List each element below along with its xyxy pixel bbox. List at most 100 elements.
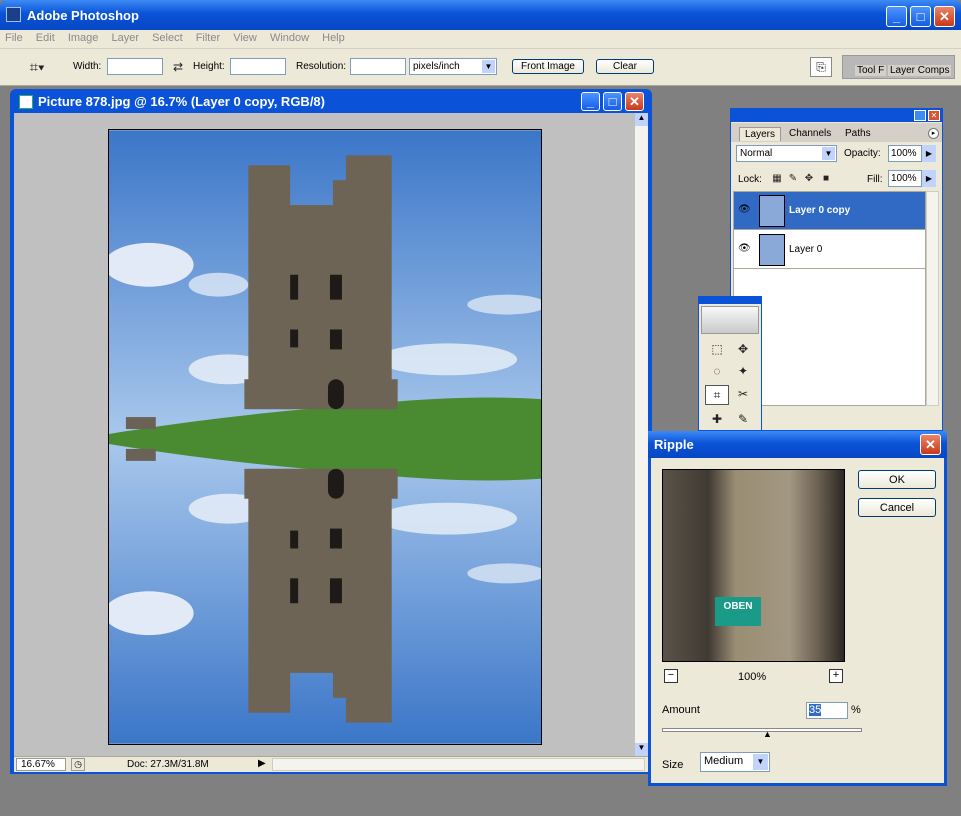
palette-minimize-button[interactable]	[914, 110, 926, 121]
doc-close-button[interactable]: ✕	[625, 92, 644, 111]
height-input[interactable]	[230, 58, 286, 75]
healing-tool-icon[interactable]: ✚	[707, 410, 727, 428]
layers-scrollbar[interactable]	[926, 191, 939, 406]
ripple-close-button[interactable]: ✕	[920, 434, 941, 455]
amount-slider-track[interactable]	[662, 728, 862, 732]
opacity-label: Opacity:	[844, 148, 881, 159]
options-bar: ⌗▾ Width: ⇄ Height: Resolution: pixels/i…	[0, 49, 961, 86]
palette-menu-icon[interactable]: ▸	[928, 128, 939, 139]
menu-file[interactable]: File	[0, 30, 28, 46]
document-title: Picture 878.jpg @ 16.7% (Layer 0 copy, R…	[38, 94, 325, 109]
blend-mode-select[interactable]: Normal ▼	[736, 145, 837, 162]
menu-filter[interactable]: Filter	[191, 30, 225, 46]
menu-bar: File Edit Image Layer Select Filter View…	[0, 30, 961, 49]
visibility-eye-icon[interactable]: 👁	[738, 204, 751, 215]
brush-tool-icon[interactable]: ✎	[733, 410, 753, 428]
cancel-button[interactable]: Cancel	[858, 498, 936, 517]
amount-slider-thumb[interactable]: ▲	[763, 729, 772, 739]
document-icon	[19, 95, 33, 109]
palette-well: Tool F Layer Comps	[842, 55, 955, 79]
menu-image[interactable]: Image	[63, 30, 104, 46]
zoom-out-button[interactable]: −	[664, 669, 678, 683]
lock-all-icon[interactable]: ■	[820, 172, 832, 184]
tab-layers[interactable]: Layers	[739, 127, 782, 141]
maximize-button[interactable]: □	[910, 6, 931, 27]
status-bar: 16.67% ◷ Doc: 27.3M/31.8M ▶	[14, 756, 648, 772]
units-select[interactable]: pixels/inch ▼	[409, 58, 497, 75]
tool-presets-tab[interactable]: Tool F	[855, 65, 887, 76]
status-menu-arrow-icon[interactable]: ▶	[258, 758, 266, 769]
lock-position-icon[interactable]: ✥	[803, 172, 815, 184]
visibility-eye-icon[interactable]: 👁	[738, 243, 751, 254]
palette-close-button[interactable]: ✕	[928, 110, 940, 121]
menu-view[interactable]: View	[228, 30, 262, 46]
horizontal-scrollbar[interactable]	[272, 758, 645, 771]
size-label: Size	[662, 759, 684, 771]
tools-titlebar	[699, 297, 761, 304]
lasso-tool-icon[interactable]: ◌	[707, 362, 727, 380]
fill-input[interactable]: 100%	[888, 170, 922, 187]
canvas-area[interactable]	[14, 113, 635, 756]
chevron-down-icon: ▼	[753, 754, 768, 770]
fill-value: 100%	[891, 173, 917, 184]
width-label: Width:	[73, 61, 102, 72]
doc-minimize-button[interactable]: _	[581, 92, 600, 111]
tools-palette: ⬚ ✥ ◌ ✦ ⌗ ✂ ✚ ✎	[698, 296, 762, 431]
zoom-field[interactable]: 16.67%	[16, 758, 66, 771]
amount-input[interactable]: 35	[806, 702, 848, 719]
tab-paths[interactable]: Paths	[845, 128, 871, 139]
marquee-tool-icon[interactable]: ⬚	[707, 340, 727, 358]
blend-mode-value: Normal	[740, 148, 773, 159]
chevron-down-icon: ▼	[482, 60, 495, 73]
move-tool-icon[interactable]: ✥	[733, 340, 753, 358]
ripple-preview[interactable]: OBEN	[662, 469, 845, 662]
layer-name[interactable]: Layer 0	[789, 244, 822, 255]
minimize-button[interactable]: _	[886, 6, 907, 27]
lock-label: Lock:	[738, 174, 762, 185]
tab-channels[interactable]: Channels	[789, 128, 831, 139]
width-input[interactable]	[107, 58, 163, 75]
menu-select[interactable]: Select	[147, 30, 188, 46]
status-info-icon[interactable]: ◷	[71, 758, 85, 771]
layer-thumbnail	[759, 234, 785, 266]
layer-name[interactable]: Layer 0 copy	[789, 205, 850, 216]
vertical-scrollbar[interactable]: ▲ ▼	[635, 113, 648, 756]
swap-icon[interactable]: ⇄	[170, 58, 186, 75]
document-window: Picture 878.jpg @ 16.7% (Layer 0 copy, R…	[10, 89, 652, 774]
scroll-up-icon[interactable]: ▲	[635, 113, 648, 126]
height-label: Height:	[193, 61, 225, 72]
crop-tool-icon[interactable]: ⌗▾	[22, 58, 52, 76]
zoom-in-button[interactable]: +	[829, 669, 843, 683]
lock-paint-icon[interactable]: ✎	[787, 172, 799, 184]
scroll-down-icon[interactable]: ▼	[635, 743, 648, 756]
layer-comps-tab[interactable]: Layer Comps	[888, 65, 952, 76]
close-button[interactable]: ✕	[934, 6, 955, 27]
magic-wand-icon[interactable]: ✦	[733, 362, 753, 380]
doc-maximize-button[interactable]: □	[603, 92, 622, 111]
ripple-dialog: Ripple ✕ OBEN OK Cancel − 100% + Amount …	[648, 431, 947, 786]
preview-sign: OBEN	[715, 597, 761, 626]
opacity-arrow-icon[interactable]: ▶	[922, 145, 936, 162]
layer-row-selected[interactable]: 👁 Layer 0 copy	[734, 192, 925, 230]
front-image-button[interactable]: Front Image	[512, 59, 584, 74]
menu-edit[interactable]: Edit	[31, 30, 60, 46]
lock-transparency-icon[interactable]: ▦	[771, 172, 783, 184]
fill-arrow-icon[interactable]: ▶	[922, 170, 936, 187]
resolution-input[interactable]	[350, 58, 406, 75]
layer-thumbnail	[759, 195, 785, 227]
clear-button[interactable]: Clear	[596, 59, 654, 74]
amount-value: 35	[809, 704, 822, 716]
opacity-input[interactable]: 100%	[888, 145, 922, 162]
ripple-titlebar: Ripple ✕	[648, 431, 947, 458]
amount-label: Amount	[662, 704, 700, 716]
canvas-image[interactable]	[108, 129, 542, 745]
slice-tool-icon[interactable]: ✂	[733, 385, 753, 403]
palette-well-icon[interactable]: ⎘	[810, 57, 832, 77]
crop-tool-icon[interactable]: ⌗	[705, 385, 729, 405]
menu-help[interactable]: Help	[317, 30, 350, 46]
menu-layer[interactable]: Layer	[106, 30, 144, 46]
ok-button[interactable]: OK	[858, 470, 936, 489]
layer-row[interactable]: 👁 Layer 0	[734, 231, 925, 269]
menu-window[interactable]: Window	[265, 30, 314, 46]
size-select[interactable]: Medium ▼	[700, 752, 770, 772]
